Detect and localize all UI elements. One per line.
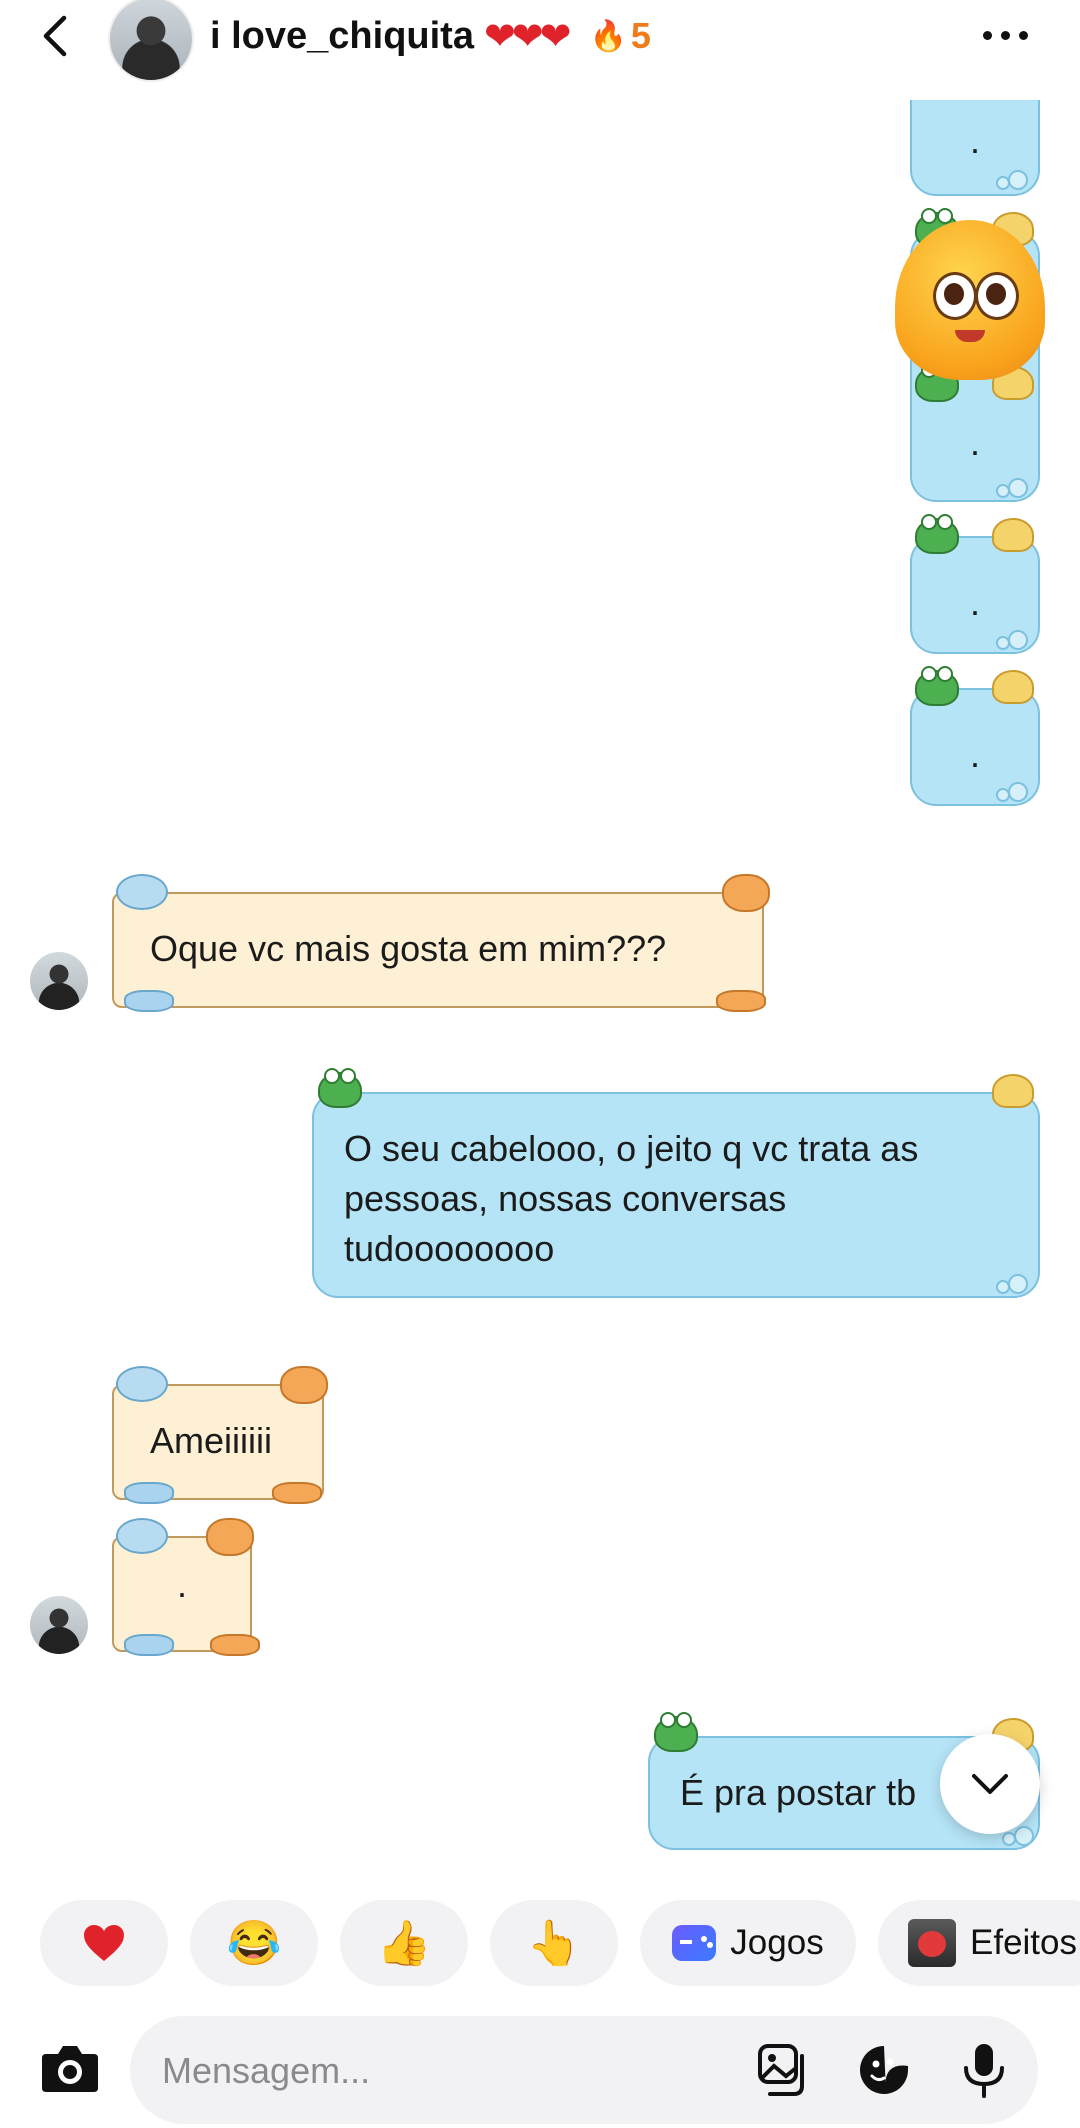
paws-decoration (124, 1482, 174, 1504)
chick-decoration (992, 518, 1034, 552)
message-text: . (969, 734, 980, 775)
yellow-character-sticker[interactable] (895, 220, 1045, 380)
sent-message[interactable]: O seu cabelooo, o jeito q vc trata as pe… (312, 1092, 1040, 1298)
frog-decoration (318, 1068, 362, 1108)
effects-label: Efeitos (970, 1923, 1077, 1962)
thumbs-up-icon: 👍 (376, 1919, 432, 1968)
contact-avatar[interactable] (30, 952, 88, 1010)
chevron-down-icon (972, 1774, 1008, 1794)
chick-decoration (992, 670, 1034, 704)
frog-decoration (915, 514, 959, 554)
bubble-decoration (996, 1274, 1028, 1294)
message-thread: . . . . Oque vc mais gosta em mim??? O s… (0, 0, 1080, 1880)
dot-icon (982, 30, 992, 40)
message-text-line: tudoooooooo (344, 1228, 555, 1269)
message-text-line: O seu cabelooo, o jeito q vc trata as (344, 1128, 919, 1169)
message-text: . (969, 582, 980, 623)
hearts-emoji: ❤❤❤ (483, 15, 572, 58)
heart-icon (84, 1925, 124, 1961)
quick-reaction-thumbs-up[interactable]: 👍 (340, 1900, 468, 1986)
back-button[interactable] (30, 6, 78, 66)
contact-avatar[interactable] (108, 0, 194, 82)
dot-icon (1000, 30, 1010, 40)
dot-icon (1018, 30, 1028, 40)
message-text: Oque vc mais gosta em mim??? (150, 928, 667, 969)
quick-reaction-pointing-up[interactable]: 👆 (490, 1900, 618, 1986)
streak-count: 5 (630, 15, 651, 56)
paws-decoration (124, 1634, 174, 1656)
message-input[interactable] (160, 2038, 724, 2104)
message-text: . (969, 422, 980, 463)
effects-icon (908, 1919, 956, 1967)
paws-decoration (210, 1634, 260, 1656)
cat-decoration (722, 874, 770, 912)
flame-icon: 🔥 (589, 19, 627, 53)
paws-decoration (716, 990, 766, 1012)
microphone-icon[interactable] (956, 2042, 1012, 2098)
paws-decoration (124, 990, 174, 1012)
sticker-mouth (955, 330, 985, 342)
quick-reaction-heart[interactable] (40, 1900, 168, 1986)
gallery-icon[interactable] (756, 2042, 812, 2098)
quick-reply-bar: 😂 👍 👆 Jogos Efeitos (0, 1900, 1080, 1990)
dog-decoration (116, 874, 168, 910)
dog-decoration (116, 1518, 168, 1554)
cat-decoration (206, 1518, 254, 1556)
games-label: Jogos (730, 1923, 824, 1962)
sticker-icon[interactable] (856, 2042, 912, 2098)
quick-reaction-laughing[interactable]: 😂 (190, 1900, 318, 1986)
received-message[interactable]: Oque vc mais gosta em mim??? (112, 892, 764, 1008)
pointing-up-icon: 👆 (526, 1919, 582, 1968)
bubble-decoration (996, 478, 1028, 498)
chevron-left-icon (43, 15, 67, 57)
frog-decoration (915, 666, 959, 706)
message-text: Ameiiiiii (150, 1420, 273, 1461)
bubble-decoration (996, 782, 1028, 802)
laughing-emoji-icon: 😂 (226, 1919, 282, 1968)
streak-badge: 🔥 5 (590, 15, 651, 57)
cat-decoration (280, 1366, 328, 1404)
frog-decoration (654, 1712, 698, 1752)
dog-decoration (116, 1366, 168, 1402)
bubble-decoration (996, 170, 1028, 190)
games-icon (672, 1925, 717, 1961)
contact-title[interactable]: i love_chiquita ❤❤❤ 🔥 5 (210, 8, 651, 64)
sticker-eye (975, 272, 1019, 320)
contact-avatar[interactable] (30, 1596, 88, 1654)
more-options-button[interactable] (970, 10, 1040, 60)
message-composer (0, 2010, 1080, 2128)
paws-decoration (272, 1482, 322, 1504)
chat-header: i love_chiquita ❤❤❤ 🔥 5 (0, 0, 1080, 100)
sticker-eye (933, 272, 977, 320)
chick-decoration (992, 1074, 1034, 1108)
camera-icon[interactable] (40, 2040, 100, 2096)
message-text-line: pessoas, nossas conversas (344, 1178, 787, 1219)
effects-button[interactable]: Efeitos (878, 1900, 1080, 1986)
games-button[interactable]: Jogos (640, 1900, 856, 1986)
bubble-decoration (1002, 1826, 1034, 1846)
message-text: . (969, 120, 980, 161)
bubble-decoration (996, 630, 1028, 650)
contact-name: i love_chiquita (210, 14, 474, 57)
scroll-to-bottom-button[interactable] (940, 1734, 1040, 1834)
message-text: . (176, 1564, 187, 1605)
